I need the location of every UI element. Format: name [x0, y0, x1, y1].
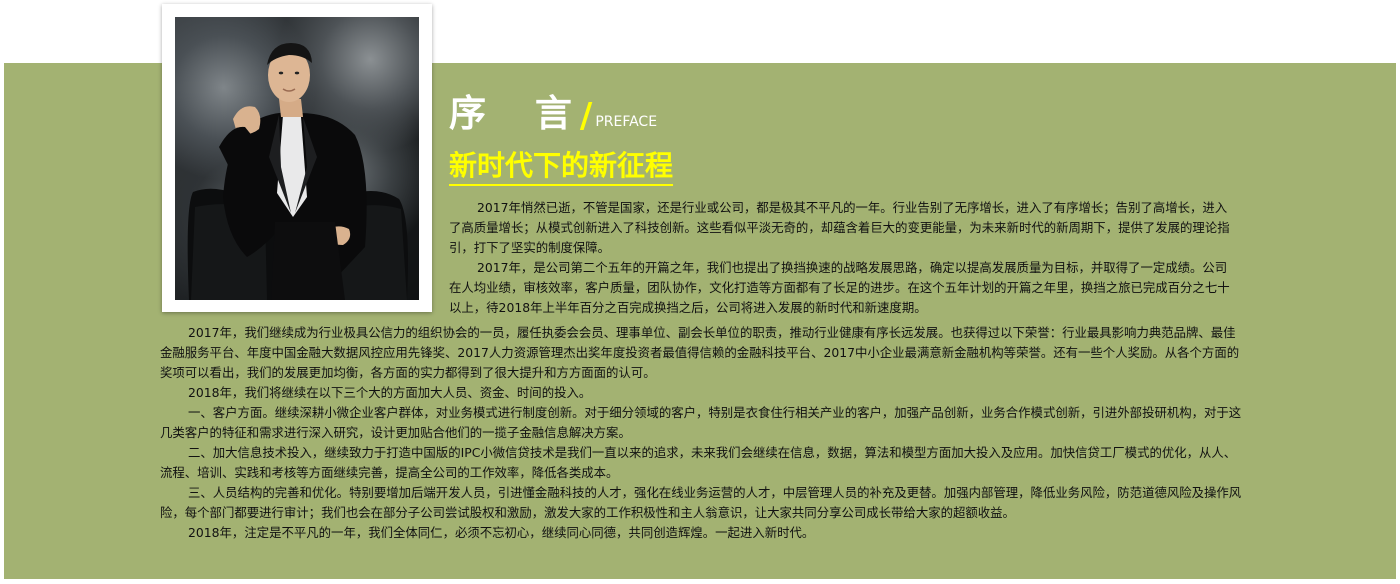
heading-slash: / — [579, 96, 593, 136]
paragraph: 一、客户方面。继续深耕小微企业客户群体，对业务模式进行制度创新。对于细分领域的客… — [160, 405, 1242, 440]
portrait-frame — [162, 4, 432, 312]
upper-paragraphs: 2017年悄然已逝，不管是国家，还是行业或公司，都是极其不平凡的一年。行业告别了… — [449, 198, 1237, 318]
paragraph: 2017年悄然已逝，不管是国家，还是行业或公司，都是极其不平凡的一年。行业告别了… — [449, 200, 1230, 255]
subheading: 新时代下的新征程 — [449, 148, 674, 186]
paragraph: 2018年，注定是不平凡的一年，我们全体同仁，必须不忘初心，继续同心同德，共同创… — [188, 525, 815, 540]
paragraph: 2017年，是公司第二个五年的开篇之年，我们也提出了换挡换速的战略发展思路，确定… — [449, 260, 1230, 315]
paragraph: 二、加大信息技术投入，继续致力于打造中国版的IPC小微信贷技术是我们一直以来的追… — [160, 445, 1237, 480]
heading-title-en: PREFACE — [595, 114, 658, 130]
portrait-illustration — [187, 43, 408, 300]
paragraph: 2017年，我们继续成为行业极具公信力的组织协会的一员，履任执委会会员、理事单位… — [160, 325, 1240, 380]
lower-paragraphs: 2017年，我们继续成为行业极具公信力的组织协会的一员，履任执委会会员、理事单位… — [160, 323, 1242, 543]
paragraph: 2018年，我们将继续在以下三个大的方面加大人员、资金、时间的投入。 — [188, 385, 592, 400]
paragraph: 三、人员结构的完善和优化。特别要增加后端开发人员，引进懂金融科技的人才，强化在线… — [160, 485, 1242, 520]
portrait-photo — [175, 17, 419, 300]
section-heading: 序 言 / PREFACE — [449, 90, 657, 136]
heading-title-cn: 序 言 — [449, 92, 590, 135]
